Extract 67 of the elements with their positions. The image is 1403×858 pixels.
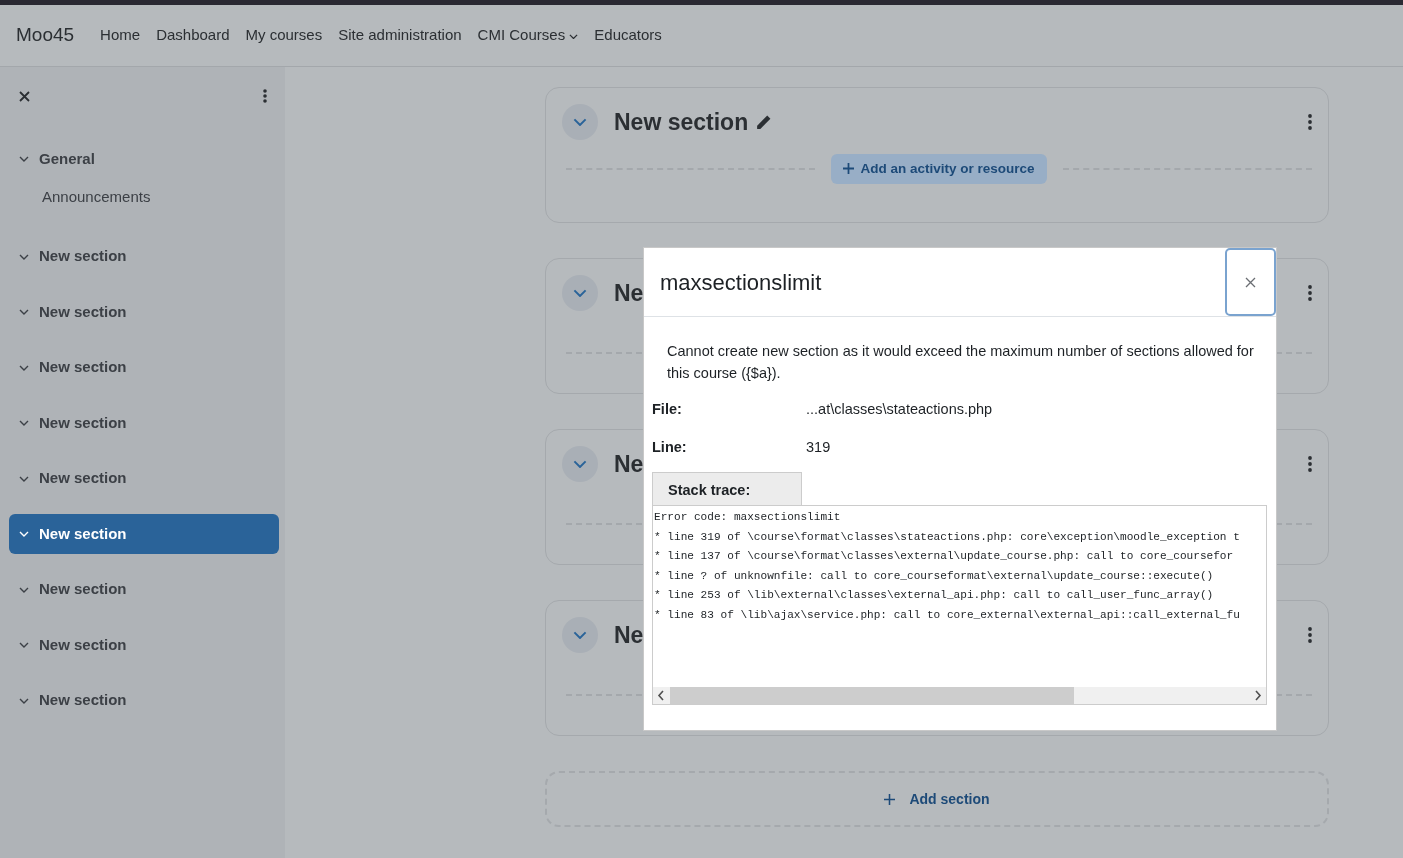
sidebar-item[interactable]: New section — [9, 514, 279, 554]
sidebar-item[interactable]: New section — [9, 625, 279, 665]
section-title: New section — [614, 107, 749, 137]
kebab-menu-icon[interactable] — [1308, 627, 1312, 643]
chevron-icon — [573, 288, 587, 298]
nav-link[interactable]: Site administration — [338, 24, 462, 47]
sidebar-item[interactable]: New section — [9, 458, 279, 499]
detail-label: Line: — [652, 438, 688, 458]
collapse-button[interactable] — [562, 446, 598, 482]
collapse-button[interactable] — [562, 617, 598, 653]
site-brand[interactable]: Moo45 — [16, 21, 75, 50]
plus-icon — [843, 163, 855, 174]
sidebar-item[interactable]: New section — [9, 292, 279, 332]
nav-link[interactable]: My courses — [245, 24, 323, 47]
stack-trace-header: Stack trace: — [652, 471, 802, 505]
sidebar-item[interactable]: General — [9, 139, 279, 179]
sidebar-item[interactable]: New section — [9, 236, 279, 277]
pencil-icon[interactable] — [755, 113, 773, 131]
section-title: Ne — [614, 449, 644, 479]
chevron-icon — [19, 642, 29, 648]
collapse-button[interactable] — [562, 275, 598, 311]
kebab-menu-icon[interactable] — [1308, 114, 1312, 130]
detail-value: 319 — [806, 438, 831, 458]
chevron-icon — [19, 420, 29, 426]
stack-trace-line: * line 137 of \course\format\classes\external\update_course.php: call to core_coursefor — [654, 549, 1234, 565]
collapse-button[interactable] — [562, 104, 598, 140]
section-title: Ne — [614, 278, 644, 308]
horizontal-scrollbar[interactable] — [653, 686, 1266, 704]
error-message: Cannot create new section as it would exceed the maximum number of sections allowed for this course ({$a}). — [666, 342, 1255, 384]
dialog-title: maxsectionslimit — [660, 268, 822, 297]
detail-label: File: — [652, 400, 683, 420]
chevron-icon — [19, 364, 29, 371]
chevron-icon — [573, 630, 587, 640]
close-icon — [1245, 276, 1256, 288]
close-icon[interactable] — [19, 90, 30, 102]
sidebar-item[interactable]: New section — [9, 403, 279, 443]
sidebar-item[interactable]: New section — [9, 347, 279, 388]
sidebar-subitem[interactable]: Announcements — [9, 185, 279, 210]
chevron-icon — [573, 117, 587, 127]
kebab-menu-icon[interactable] — [1308, 285, 1312, 301]
nav-link[interactable]: Home — [100, 24, 141, 47]
section-title: Ne — [614, 620, 644, 650]
sidebar-item[interactable]: New section — [9, 569, 279, 610]
stack-trace-line: * line 83 of \lib\ajax\service.php: call to core_external\external_api::call_external_fu — [654, 607, 1240, 623]
chevron-icon — [19, 697, 29, 704]
nav-link[interactable]: CMI Courses — [477, 24, 579, 47]
nav-link[interactable]: Dashboard — [156, 24, 230, 47]
chevron-icon — [19, 586, 29, 593]
chevron-icon — [19, 475, 29, 482]
chevron-icon — [19, 531, 29, 537]
kebab-menu-icon[interactable] — [263, 89, 267, 103]
chevron-icon — [19, 253, 29, 260]
chevron-icon — [19, 156, 29, 162]
detail-value: ...at\classes\stateactions.php — [806, 400, 993, 420]
sidebar-item[interactable]: New section — [9, 680, 279, 721]
chevron-icon — [573, 459, 587, 469]
close-button[interactable] — [1225, 248, 1276, 316]
stack-trace-line: Error code: maxsectionslimit — [654, 509, 841, 525]
stack-trace-line: * line ? of unknownfile: call to core_courseformat\external\update_course::execute() — [654, 568, 1214, 584]
stack-trace-line: * line 253 of \lib\external\classes\external_api.php: call to call_user_func_array() — [654, 588, 1214, 604]
add-activity-button[interactable]: Add an activity or resource — [831, 154, 1047, 185]
stack-trace-line: * line 319 of \course\format\classes\stateactions.php: core\exception\moodle_exception t — [654, 529, 1240, 545]
nav-link[interactable]: Educators — [594, 24, 662, 47]
kebab-menu-icon[interactable] — [1308, 456, 1312, 472]
chevron-icon — [19, 309, 29, 315]
plus-icon — [884, 793, 896, 805]
add-section-button[interactable]: Add section — [878, 787, 996, 811]
